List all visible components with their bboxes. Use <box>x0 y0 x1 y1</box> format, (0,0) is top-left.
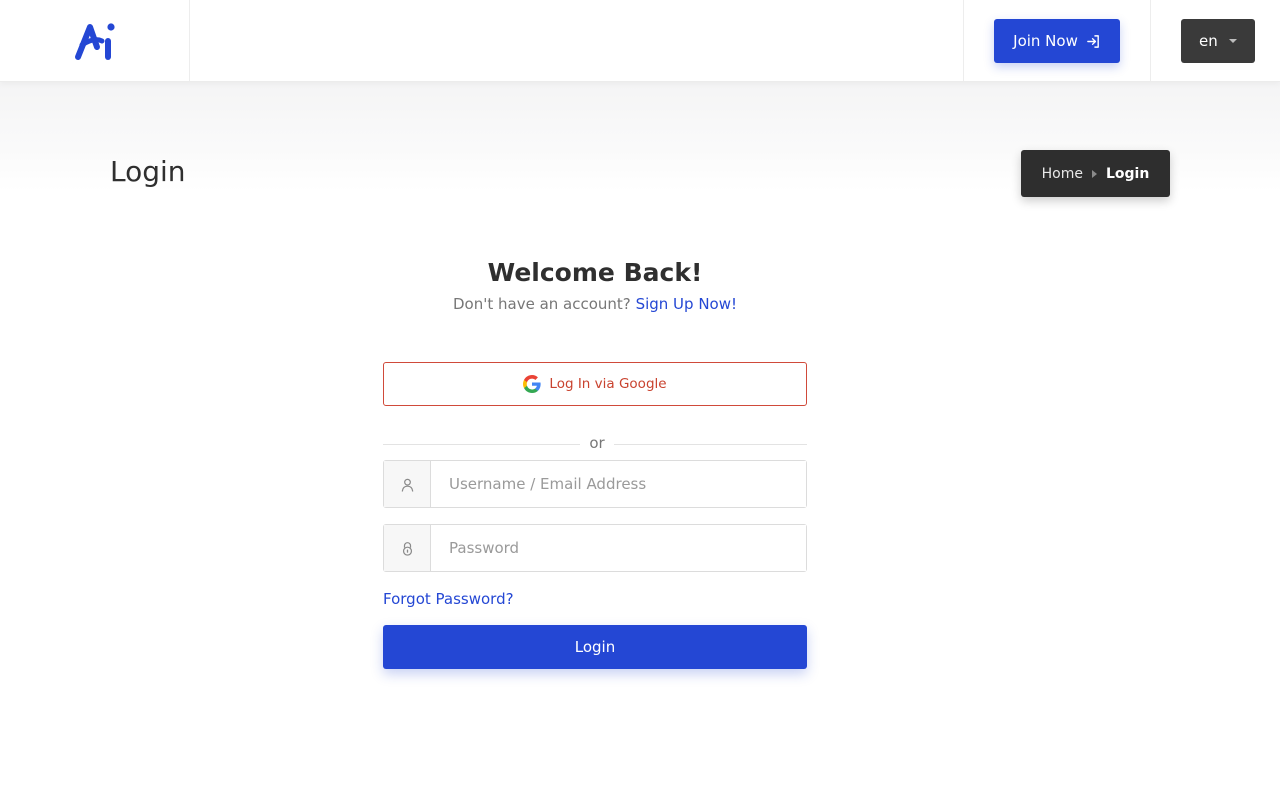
forgot-password-link[interactable]: Forgot Password? <box>383 590 514 608</box>
username-addon <box>384 461 431 507</box>
breadcrumb: Home Login <box>1021 150 1170 197</box>
caret-right-icon <box>1092 169 1097 178</box>
no-account-text: Don't have an account? <box>453 295 631 313</box>
join-now-button[interactable]: Join Now <box>994 19 1120 63</box>
signup-prompt: Don't have an account? Sign Up Now! <box>383 295 807 313</box>
lock-icon <box>402 541 412 556</box>
caret-down-icon <box>1229 39 1237 43</box>
divider-line-right <box>614 444 807 445</box>
page-title: Login <box>110 155 186 188</box>
username-input[interactable] <box>431 461 806 507</box>
welcome-heading: Welcome Back! <box>487 258 703 287</box>
join-cell: Join Now <box>963 0 1151 81</box>
google-login-label: Log In via Google <box>549 376 667 392</box>
password-field-group <box>383 524 807 572</box>
or-divider: or <box>383 434 807 454</box>
join-now-label: Join Now <box>1013 32 1078 50</box>
username-field-group <box>383 460 807 508</box>
google-login-button[interactable]: Log In via Google <box>383 362 807 406</box>
brand-logo[interactable] <box>74 21 118 61</box>
logo-cell <box>0 0 190 81</box>
site-header: Join Now en <box>0 0 1280 82</box>
language-select[interactable]: en <box>1181 19 1255 63</box>
breadcrumb-home-link[interactable]: Home <box>1042 166 1083 182</box>
language-value: en <box>1199 32 1218 50</box>
breadcrumb-current: Login <box>1106 165 1150 182</box>
user-icon <box>401 478 413 492</box>
google-icon <box>523 375 542 393</box>
signup-link[interactable]: Sign Up Now! <box>636 295 737 313</box>
login-submit-button[interactable]: Login <box>383 625 807 669</box>
sign-in-arrow-icon <box>1087 34 1099 48</box>
divider-text: or <box>589 434 605 452</box>
password-addon <box>384 525 431 571</box>
password-input[interactable] <box>431 525 806 571</box>
